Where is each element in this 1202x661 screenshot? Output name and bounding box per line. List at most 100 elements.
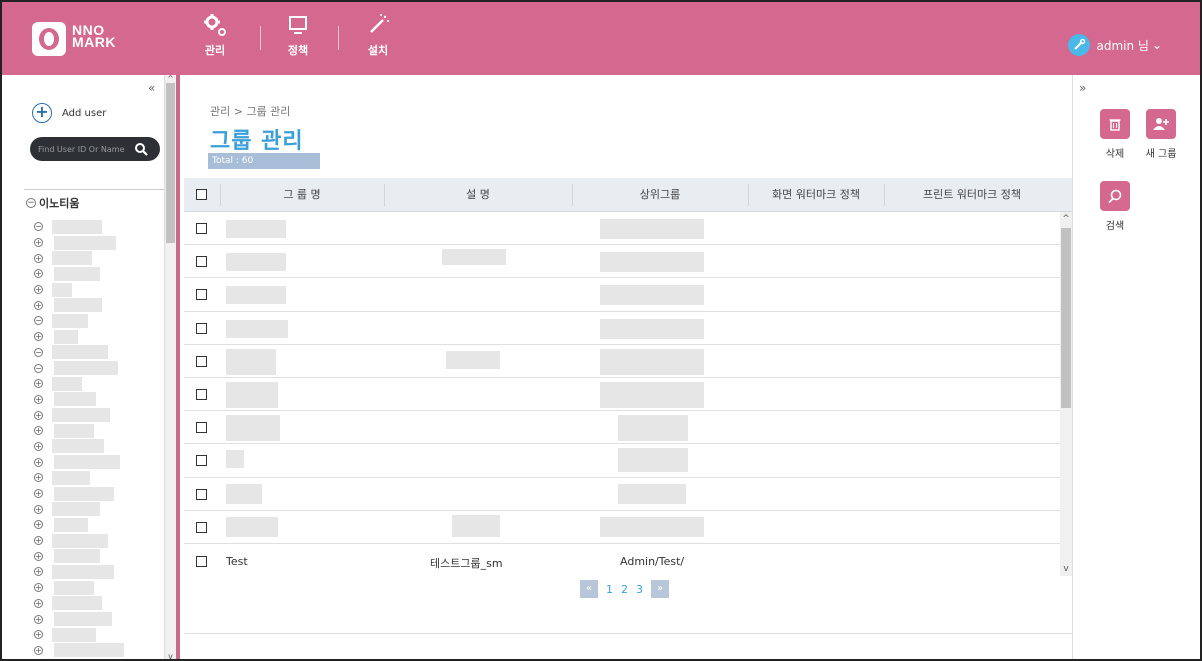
tree-node[interactable]: + <box>34 643 134 659</box>
tree-node[interactable]: + <box>34 533 134 549</box>
table-row[interactable] <box>184 278 1060 312</box>
nav-install[interactable]: 설치 <box>353 12 403 58</box>
tree-toggle-icon[interactable]: + <box>34 598 43 608</box>
tree-node[interactable]: + <box>34 423 134 439</box>
row-checkbox[interactable] <box>196 289 207 301</box>
scroll-down-icon[interactable]: v <box>1060 564 1072 574</box>
row-checkbox[interactable] <box>196 223 207 234</box>
table-row[interactable] <box>184 511 1060 544</box>
tree-toggle-icon[interactable]: + <box>34 410 43 420</box>
column-header-description[interactable]: 설 명 <box>384 178 572 212</box>
scroll-up-icon[interactable]: ^ <box>165 75 176 83</box>
tree-node[interactable]: + <box>34 501 134 517</box>
scroll-down-icon[interactable]: v <box>165 653 176 660</box>
scrollbar-thumb[interactable] <box>166 83 175 243</box>
tree-toggle-icon[interactable]: + <box>34 504 43 514</box>
tree-node[interactable]: + <box>34 376 134 392</box>
tree-toggle-icon[interactable]: + <box>34 520 43 530</box>
nav-policy[interactable]: 정책 <box>273 12 323 58</box>
tree-node[interactable]: + <box>34 439 134 455</box>
tree-node[interactable]: + <box>34 250 134 266</box>
tree-node[interactable]: + <box>34 329 134 345</box>
scroll-up-icon[interactable]: ^ <box>1060 214 1072 224</box>
table-row[interactable] <box>184 212 1060 246</box>
tree-node[interactable]: + <box>34 611 134 627</box>
tree-node[interactable]: − <box>34 360 134 376</box>
row-checkbox[interactable] <box>196 521 207 533</box>
page-link[interactable]: 1 <box>606 583 613 596</box>
tree-toggle-icon[interactable]: − <box>34 316 43 326</box>
add-user-button[interactable]: + Add user <box>32 103 106 123</box>
table-row[interactable]: Test 테스트그룹_sm Admin/Test/ <box>184 546 1060 576</box>
tree-node[interactable]: + <box>34 235 134 251</box>
tree-toggle-icon[interactable]: + <box>34 583 43 593</box>
tree-toggle-icon[interactable]: + <box>34 614 43 624</box>
tree-node[interactable]: + <box>34 407 134 423</box>
tree-node[interactable]: + <box>34 564 134 580</box>
column-header-parent[interactable]: 상위그룹 <box>572 178 748 212</box>
tree-root[interactable]: − 이노티움 <box>26 195 79 211</box>
tree-toggle-icon[interactable]: + <box>34 645 43 655</box>
table-scrollbar[interactable]: ^ v <box>1060 212 1072 576</box>
row-checkbox[interactable] <box>196 488 207 500</box>
tree-node[interactable]: + <box>34 627 134 643</box>
tree-toggle-icon[interactable]: − <box>34 363 43 373</box>
tree-toggle-icon[interactable]: + <box>34 567 43 577</box>
search-icon[interactable] <box>134 142 148 156</box>
tree-toggle-icon[interactable]: + <box>34 536 43 546</box>
row-checkbox[interactable] <box>196 422 207 434</box>
tree-toggle-icon[interactable]: + <box>34 551 43 561</box>
row-checkbox[interactable] <box>196 355 207 367</box>
tree-node[interactable]: + <box>34 266 134 282</box>
table-row[interactable] <box>184 312 1060 345</box>
next-page-button[interactable]: » <box>651 580 669 598</box>
table-row[interactable] <box>184 378 1060 412</box>
tree-toggle-icon[interactable]: + <box>34 379 43 389</box>
collapse-left-button[interactable]: « <box>148 81 155 95</box>
table-row[interactable] <box>184 411 1060 445</box>
tree-toggle-icon[interactable]: + <box>34 394 43 404</box>
row-checkbox[interactable] <box>196 455 207 467</box>
search-button[interactable]: 검색 <box>1093 181 1137 232</box>
tree-toggle-icon[interactable]: + <box>34 238 43 248</box>
tree-node[interactable]: + <box>34 297 134 313</box>
tree-node[interactable]: + <box>34 596 134 612</box>
table-row[interactable] <box>184 245 1060 279</box>
select-all-checkbox[interactable] <box>196 189 207 203</box>
tree-node[interactable]: − <box>34 219 134 235</box>
page-link[interactable]: 2 <box>621 583 628 596</box>
scrollbar-thumb[interactable] <box>1061 228 1071 408</box>
tree-toggle-icon[interactable]: − <box>34 347 43 357</box>
tree-node[interactable]: − <box>34 345 134 361</box>
column-header-print-watermark[interactable]: 프린트 워터마크 정책 <box>884 178 1060 212</box>
column-header-name[interactable]: 그 룹 명 <box>220 178 384 212</box>
row-checkbox[interactable] <box>196 256 207 268</box>
new-group-button[interactable]: 새 그룹 <box>1139 109 1183 160</box>
tree-toggle-icon[interactable]: + <box>34 253 43 263</box>
page-link[interactable]: 3 <box>636 583 643 596</box>
row-checkbox[interactable] <box>196 556 207 567</box>
tree-toggle-icon[interactable]: + <box>34 300 43 310</box>
tree-node[interactable]: + <box>34 517 134 533</box>
tree-node[interactable]: + <box>34 454 134 470</box>
tree-toggle-icon[interactable]: − <box>34 222 43 232</box>
innomark-logo[interactable]: NNO MARK <box>32 20 152 60</box>
row-checkbox[interactable] <box>196 322 207 334</box>
tree-node[interactable]: − <box>34 313 134 329</box>
nav-manage[interactable]: 관리 <box>190 12 240 58</box>
tree-node[interactable]: + <box>34 282 134 298</box>
tree-toggle-icon[interactable]: + <box>34 630 43 640</box>
tree-toggle-icon[interactable]: + <box>34 269 43 279</box>
tree-node[interactable]: + <box>34 392 134 408</box>
tree-node[interactable]: + <box>34 470 134 486</box>
tree-toggle-icon[interactable]: + <box>34 426 43 436</box>
tree-toggle-icon[interactable]: + <box>34 441 43 451</box>
tree-node[interactable]: + <box>34 548 134 564</box>
prev-page-button[interactable]: « <box>580 580 598 598</box>
user-search-input[interactable] <box>30 144 132 154</box>
tree-toggle-icon[interactable]: + <box>34 457 43 467</box>
tree-toggle-icon[interactable]: + <box>34 332 43 342</box>
tree-toggle-icon[interactable]: + <box>34 489 43 499</box>
collapse-toggle-icon[interactable]: − <box>26 198 36 208</box>
tree-toggle-icon[interactable]: + <box>34 473 43 483</box>
